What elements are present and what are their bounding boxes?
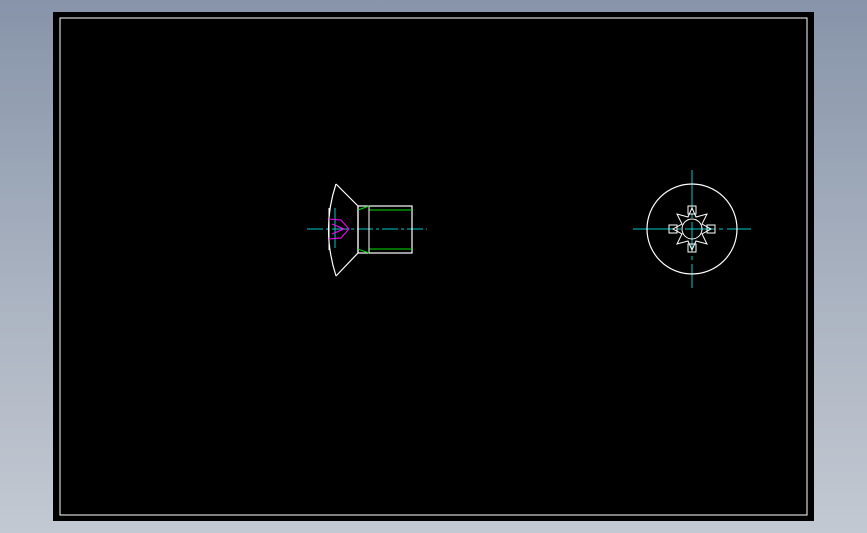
side-view[interactable]	[307, 183, 427, 277]
screw-head-taper-top	[335, 183, 359, 207]
sheet-border	[59, 17, 808, 516]
end-view[interactable]	[633, 170, 751, 288]
screw-head-taper-bottom	[335, 252, 359, 277]
cad-viewport[interactable]	[0, 0, 867, 533]
thread-chamfer-bottom	[357, 248, 370, 254]
drawing-sheet[interactable]	[53, 12, 814, 521]
recess-inner-line-2	[331, 228, 345, 235]
drawing-canvas[interactable]	[53, 12, 814, 521]
thread-chamfer-top	[357, 205, 370, 211]
recess-inner-line	[331, 223, 345, 230]
